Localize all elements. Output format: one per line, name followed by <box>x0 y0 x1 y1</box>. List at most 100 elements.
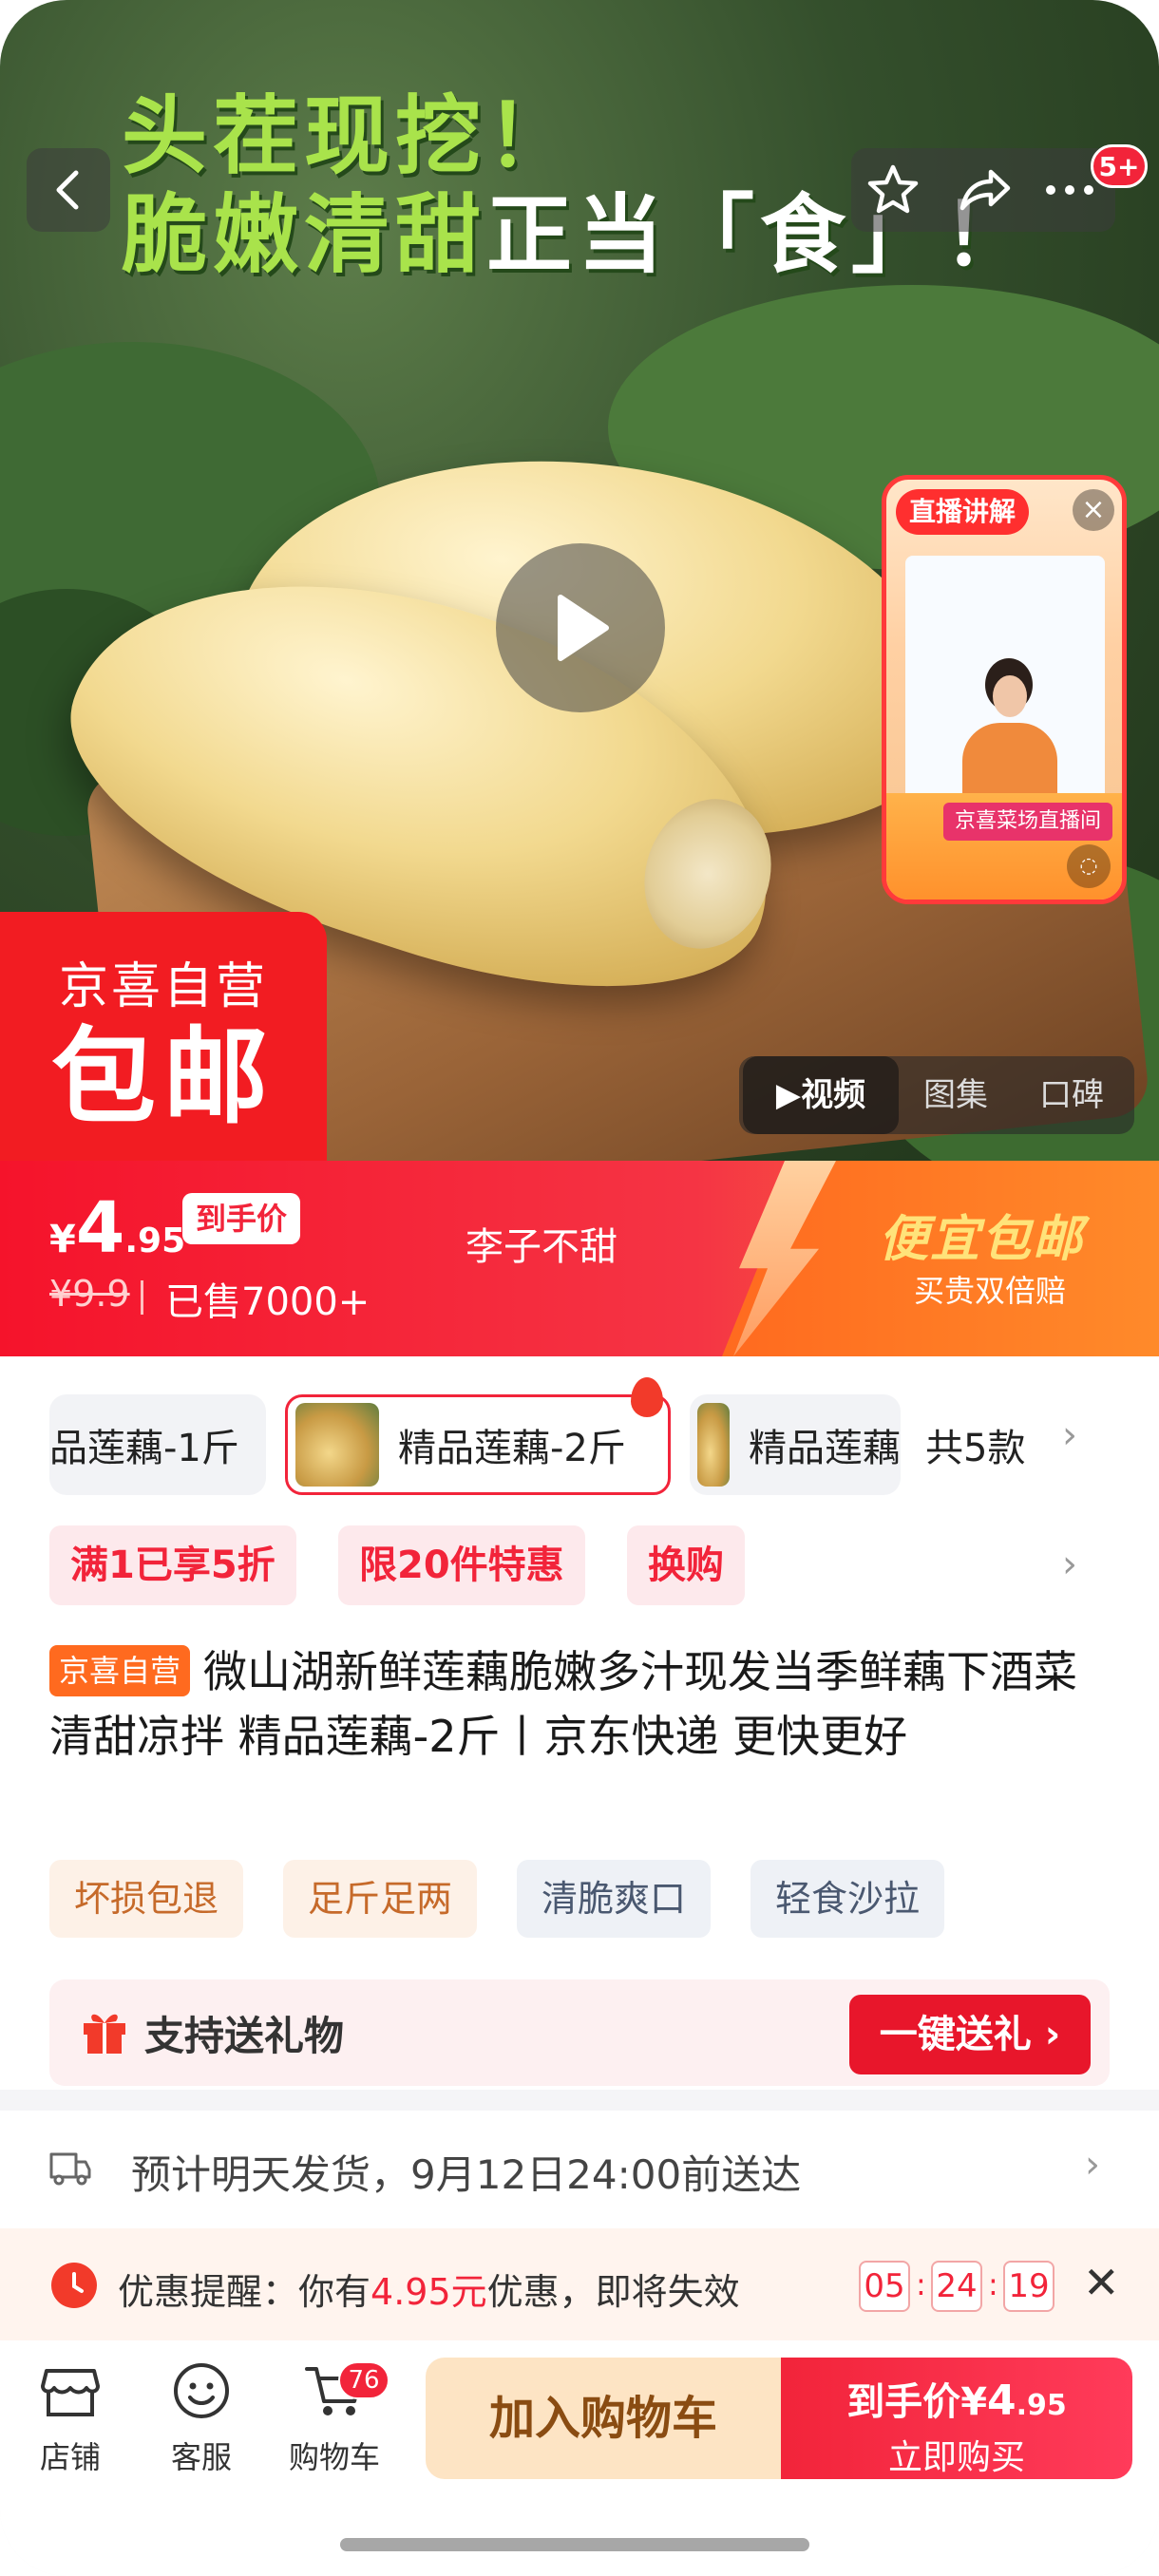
add-to-cart-button[interactable]: 加入购物车 <box>426 2358 781 2479</box>
reminder-amount: 4.95元 <box>370 2271 487 2313</box>
cart-label: 购物车 <box>288 2439 380 2475</box>
media-tabs: ▶视频 图集 口碑 <box>739 1056 1134 1134</box>
star-icon <box>867 164 919 214</box>
send-gift-button[interactable]: 一键送礼 › <box>849 1995 1091 2074</box>
reminder-prefix: 优惠提醒：你有 <box>118 2271 371 2313</box>
price-integer: 4 <box>75 1187 125 1269</box>
buy-now-button[interactable]: 到手价¥4.95 立即购买 <box>781 2358 1132 2479</box>
sku-count[interactable]: 共5款 <box>925 1417 1025 1472</box>
play-small-icon: ▶ <box>775 1076 802 1114</box>
feature-tag: 清脆爽口 <box>517 1860 712 1938</box>
reminder-suffix: 优惠，即将失效 <box>486 2271 740 2313</box>
price-currency: ¥ <box>49 1218 76 1261</box>
reminder-text: 优惠提醒：你有4.95元优惠，即将失效 <box>118 2263 740 2315</box>
share-button[interactable] <box>956 161 1013 218</box>
buy-price-label: 到手价 <box>846 2380 961 2424</box>
promo-title: 便宜包邮 <box>879 1211 1085 1268</box>
feature-tag: 坏损包退 <box>49 1860 244 1938</box>
cart-count-badge: 76 <box>338 2361 390 2399</box>
buy-price-int: 4 <box>987 2377 1016 2425</box>
share-icon <box>960 169 1011 211</box>
shop-name[interactable]: 李子不甜 <box>466 1216 618 1271</box>
sku-option[interactable]: 精品莲藕 <box>690 1394 901 1495</box>
timer-seconds: 19 <box>1003 2261 1054 2312</box>
chevron-right-icon[interactable]: › <box>1062 1413 1077 1457</box>
promo-tag-limited[interactable]: 限20件特惠 <box>338 1525 585 1605</box>
buy-price-line: 到手价¥4.95 <box>781 2371 1132 2426</box>
top-action-group <box>851 148 1115 232</box>
discount-reminder: 优惠提醒：你有4.95元优惠，即将失效 05 : 24 : 19 ✕ <box>0 2228 1159 2340</box>
gift-bar: 支持送礼物 一键送礼 › <box>49 1979 1110 2086</box>
gift-icon <box>84 2014 125 2054</box>
live-tag: 直播讲解 <box>896 489 1030 535</box>
badge-line2: 包邮 <box>51 1016 276 1138</box>
divider <box>141 1280 143 1315</box>
price-type-tag: 到手价 <box>182 1193 301 1244</box>
mute-icon[interactable]: ◌ <box>1067 844 1111 888</box>
delivery-row[interactable]: 预计明天发货，9月12日24:00前送达 › <box>0 2111 1159 2228</box>
buy-currency: ¥ <box>960 2380 988 2424</box>
tab-video[interactable]: ▶视频 <box>743 1056 899 1134</box>
chevron-right-icon: › <box>1085 2143 1100 2187</box>
tab-gallery[interactable]: 图集 <box>899 1056 1013 1134</box>
home-indicator[interactable] <box>340 2538 809 2551</box>
timer-colon: : <box>988 2266 998 2302</box>
clock-hands-icon <box>72 2272 84 2293</box>
jingxi-free-shipping-badge: 京喜自营 包邮 <box>0 912 327 1161</box>
product-info-section: 品莲藕-1斤 精品莲藕-2斤 精品莲藕 共5款 › 满1已享5折 限20件特惠 … <box>0 1356 1159 2090</box>
store-icon <box>39 2359 102 2422</box>
sold-count: 已售7000+ <box>165 1280 370 1324</box>
timer-hours: 05 <box>859 2261 910 2312</box>
tab-reviews[interactable]: 口碑 <box>1013 1056 1130 1134</box>
price-bar: ¥4.95 到手价 ¥9.9 已售7000+ 李子不甜 便宜包邮 买贵双倍赔 <box>0 1161 1159 1356</box>
gift-label: 支持送礼物 <box>144 2013 345 2059</box>
truck-icon <box>49 2152 91 2186</box>
feature-tag: 轻食沙拉 <box>750 1860 945 1938</box>
product-hero-image[interactable]: 头茬现挖！ 脆嫩清甜正当「食」！ 5+ 直播讲解 × 京喜菜场直播间 ◌ 京喜自… <box>0 0 1159 1161</box>
live-room-banner: 京喜菜场直播间 <box>943 803 1113 841</box>
play-icon <box>558 595 609 661</box>
buy-now-label: 立即购买 <box>887 2438 1025 2477</box>
jingxi-self-badge: 京喜自营 <box>49 1645 191 1696</box>
more-button[interactable] <box>1041 161 1098 218</box>
chevron-left-icon <box>56 170 79 210</box>
close-reminder-button[interactable]: ✕ <box>1083 2257 1120 2308</box>
feature-tag: 足斤足两 <box>283 1860 478 1938</box>
promo-tag-discount[interactable]: 满1已享5折 <box>49 1525 296 1605</box>
chevron-right-icon[interactable]: › <box>1062 1543 1077 1586</box>
host-face <box>993 675 1027 717</box>
sku-thumbnail <box>295 1403 379 1487</box>
sku-label: 品莲藕-1斤 <box>49 1427 239 1470</box>
sku-label: 精品莲藕 <box>749 1427 901 1470</box>
live-stream-card[interactable]: 直播讲解 × 京喜菜场直播间 ◌ <box>882 475 1127 904</box>
headline-line2-green: 脆嫩清甜 <box>122 184 486 285</box>
service-button[interactable]: 客服 <box>144 2359 258 2477</box>
store-label: 店铺 <box>39 2439 101 2475</box>
product-detail-screen: 头茬现挖！ 脆嫩清甜正当「食」！ 5+ 直播讲解 × 京喜菜场直播间 ◌ 京喜自… <box>0 0 1159 2576</box>
sku-option[interactable]: 品莲藕-1斤 <box>49 1394 266 1495</box>
timer-colon: : <box>916 2266 926 2302</box>
promo-tag-exchange[interactable]: 换购 <box>627 1525 745 1605</box>
timer-minutes: 24 <box>931 2261 982 2312</box>
favorite-button[interactable] <box>864 161 922 218</box>
tab-video-label: 视频 <box>801 1076 866 1114</box>
sku-thumbnail <box>697 1403 730 1487</box>
play-video-button[interactable] <box>496 543 665 712</box>
sku-label: 精品莲藕-2斤 <box>398 1427 626 1470</box>
price-decimal: .95 <box>124 1222 186 1260</box>
hot-fire-icon <box>631 1377 663 1417</box>
back-button[interactable] <box>27 148 110 232</box>
promo-subtitle: 买贵双倍赔 <box>914 1273 1067 1309</box>
more-dots-icon <box>1046 185 1093 195</box>
delivery-text: 预计明天发货，9月12日24:00前送达 <box>131 2151 802 2198</box>
close-live-button[interactable]: × <box>1073 489 1114 531</box>
product-title: 京喜自营 微山湖新鲜莲藕脆嫩多汁现发当季鲜藕下酒菜 清甜凉拌 精品莲藕-2斤丨京东… <box>49 1639 1123 1769</box>
store-button[interactable]: 店铺 <box>13 2359 127 2477</box>
notification-badge: 5+ <box>1091 144 1148 188</box>
badge-line1: 京喜自营 <box>58 958 268 1015</box>
customer-service-icon <box>170 2359 233 2422</box>
original-price: ¥9.9 <box>49 1273 130 1315</box>
final-price: ¥4.95 <box>49 1187 185 1269</box>
buy-price-dec: .95 <box>1016 2389 1067 2422</box>
sku-option-selected[interactable]: 精品莲藕-2斤 <box>285 1394 671 1495</box>
